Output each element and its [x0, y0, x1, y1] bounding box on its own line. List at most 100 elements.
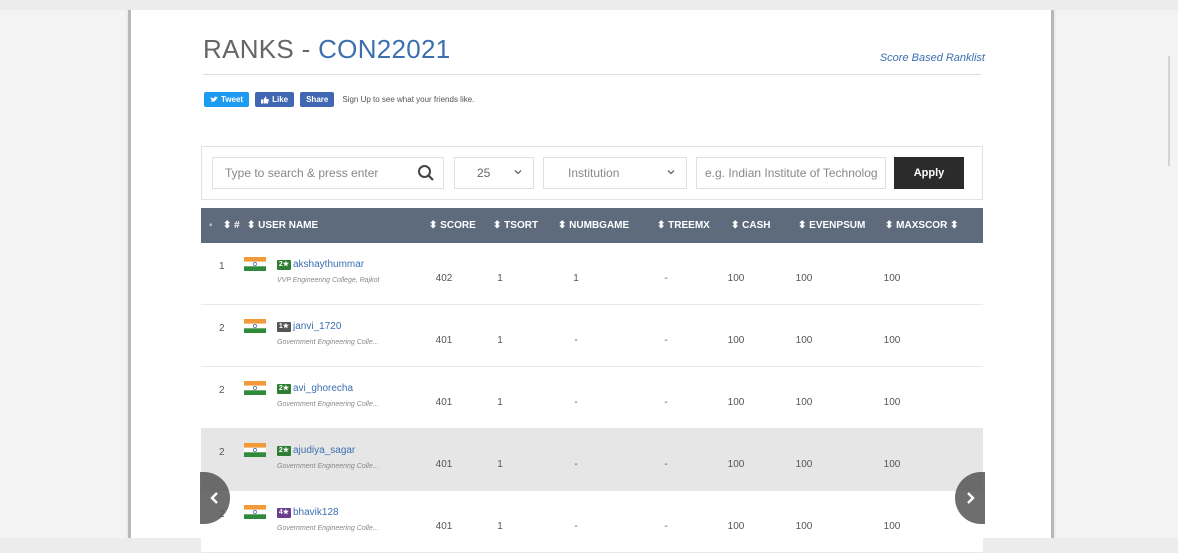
- table-row: 2 1★ janvi_1720 Government Engineering Col…: [201, 305, 983, 367]
- maxscor-cell: 100: [883, 273, 901, 284]
- table-row: 1 2★ akshaythummar VVP Engineering College…: [201, 243, 983, 305]
- contest-code-link[interactable]: CON22021: [318, 34, 450, 64]
- score-cell: 401: [435, 521, 453, 532]
- chevron-down-icon: [514, 170, 522, 175]
- tweet-label: Tweet: [221, 95, 244, 104]
- col-score[interactable]: ⬍ SCORE: [429, 220, 476, 231]
- filter-type-select[interactable]: Institution: [543, 157, 687, 189]
- title-prefix: RANKS -: [203, 34, 319, 64]
- maxscor-cell: 100: [883, 397, 901, 408]
- tsort-cell: 1: [497, 273, 503, 284]
- user-name-link[interactable]: avi_ghorecha: [293, 383, 353, 394]
- star-rating-badge: 1★: [277, 322, 291, 332]
- score-cell: 401: [435, 397, 453, 408]
- user-name-link[interactable]: janvi_1720: [293, 321, 341, 332]
- india-flag-icon: [244, 443, 266, 457]
- filter-type-value: Institution: [568, 166, 620, 180]
- right-margin: [1056, 10, 1178, 538]
- star-rating-badge: 2★: [277, 260, 291, 270]
- table-row: 2 4★bhavik128Government Engineering Coll…: [201, 491, 983, 553]
- institution-input[interactable]: e.g. Indian Institute of Technolog: [696, 157, 886, 189]
- title-divider: [203, 74, 981, 75]
- treemx-cell: -: [664, 335, 668, 346]
- left-margin: [0, 10, 126, 538]
- tweet-button[interactable]: Tweet: [204, 92, 250, 107]
- tsort-cell: 1: [497, 521, 503, 532]
- table-body: 1 2★ akshaythummar VVP Engineering College…: [201, 243, 983, 553]
- institution-name: Government Engineering Colle...: [277, 463, 379, 470]
- evenpsum-cell: 100: [795, 521, 813, 532]
- col-maxscor[interactable]: ⬍ MAXSCOR ⬍: [885, 220, 958, 231]
- user-name-link[interactable]: ajudiya_sagar: [293, 445, 355, 456]
- india-flag-icon: [244, 505, 266, 519]
- rank-cell: 2: [219, 323, 225, 334]
- evenpsum-cell: 100: [795, 459, 813, 470]
- col-cash[interactable]: ⬍ CASH: [731, 220, 771, 231]
- search-icon[interactable]: [417, 164, 435, 182]
- institution-name: Government Engineering Colle...: [277, 401, 379, 408]
- ranks-table: ▪ ⬍ # ⬍ USER NAME ⬍ SCORE ⬍ TSORT ⬍ NUMB…: [201, 208, 983, 553]
- chevron-left-icon: [210, 492, 218, 504]
- evenpsum-cell: 100: [795, 335, 813, 346]
- user-name-link[interactable]: akshaythummar: [293, 259, 364, 270]
- numbgame-cell: -: [574, 335, 578, 346]
- institution-name: VVP Engineering College, Rajkot: [277, 277, 380, 284]
- col-numbgame[interactable]: ⬍ NUMBGAME: [558, 220, 629, 231]
- ranklist-page: RANKS - CON22021 Score Based Ranklist Tw…: [128, 10, 1054, 553]
- treemx-cell: -: [664, 521, 668, 532]
- rank-cell: 1: [219, 261, 225, 272]
- numbgame-cell: -: [574, 521, 578, 532]
- page-title: RANKS - CON22021: [203, 34, 451, 65]
- evenpsum-cell: 100: [795, 397, 813, 408]
- cash-cell: 100: [727, 273, 745, 284]
- score-based-ranklist-link[interactable]: Score Based Ranklist: [880, 52, 985, 64]
- col-tsort[interactable]: ⬍ TSORT: [493, 220, 538, 231]
- apply-button[interactable]: Apply: [894, 157, 964, 189]
- maxscor-cell: 100: [883, 459, 901, 470]
- india-flag-icon: [244, 257, 266, 271]
- india-flag-icon: [244, 381, 266, 395]
- cash-cell: 100: [727, 521, 745, 532]
- treemx-cell: -: [664, 397, 668, 408]
- treemx-cell: -: [664, 459, 668, 470]
- like-label: Like: [272, 95, 289, 104]
- table-row: 2 2★ avi_ghorecha Government Engineering C…: [201, 367, 983, 429]
- cash-cell: 100: [727, 335, 745, 346]
- filter-bar: Type to search & press enter 25 Institut…: [201, 146, 983, 200]
- numbgame-cell: -: [574, 459, 578, 470]
- search-input[interactable]: Type to search & press enter: [212, 157, 444, 189]
- share-label: Share: [306, 95, 329, 104]
- rows-value: 25: [477, 166, 491, 180]
- col-rank[interactable]: ⬍ #: [223, 220, 240, 231]
- search-placeholder: Type to search & press enter: [225, 166, 379, 180]
- rows-per-page-select[interactable]: 25: [454, 157, 534, 189]
- institution-name: Government Engineering Colle...: [277, 339, 379, 346]
- share-button[interactable]: Share: [300, 92, 335, 107]
- thumbs-up-icon: [261, 96, 269, 103]
- evenpsum-cell: 100: [795, 273, 813, 284]
- user-name-link[interactable]: bhavik128: [293, 507, 339, 518]
- sort-indicator[interactable]: ▪: [209, 220, 213, 231]
- maxscor-cell: 100: [883, 521, 901, 532]
- signup-text: Sign Up to see what your friends like.: [342, 95, 475, 104]
- divider: [1168, 56, 1170, 166]
- institution-name: Government Engineering Colle...: [277, 525, 379, 532]
- chevron-right-icon: [967, 492, 975, 504]
- tsort-cell: 1: [497, 459, 503, 470]
- table-row: 2 2★ ajudiya_sagar Government Engineering …: [201, 429, 983, 491]
- chevron-down-icon: [667, 170, 675, 175]
- col-evenpsum[interactable]: ⬍ EVENPSUM: [798, 220, 865, 231]
- numbgame-cell: -: [574, 397, 578, 408]
- like-button[interactable]: Like: [255, 92, 295, 107]
- star-rating-badge: 4★: [277, 508, 291, 518]
- social-bar: Tweet Like Share Sign Up to see what you…: [204, 91, 474, 108]
- score-cell: 401: [435, 335, 453, 346]
- star-rating-badge: 2★: [277, 446, 291, 456]
- score-cell: 401: [435, 459, 453, 470]
- institution-placeholder: e.g. Indian Institute of Technolog: [705, 166, 878, 180]
- tsort-cell: 1: [497, 335, 503, 346]
- numbgame-cell: 1: [573, 273, 579, 284]
- treemx-cell: -: [664, 273, 668, 284]
- col-user-name[interactable]: ⬍ USER NAME: [247, 220, 318, 231]
- col-treemx[interactable]: ⬍ TREEMX: [657, 220, 710, 231]
